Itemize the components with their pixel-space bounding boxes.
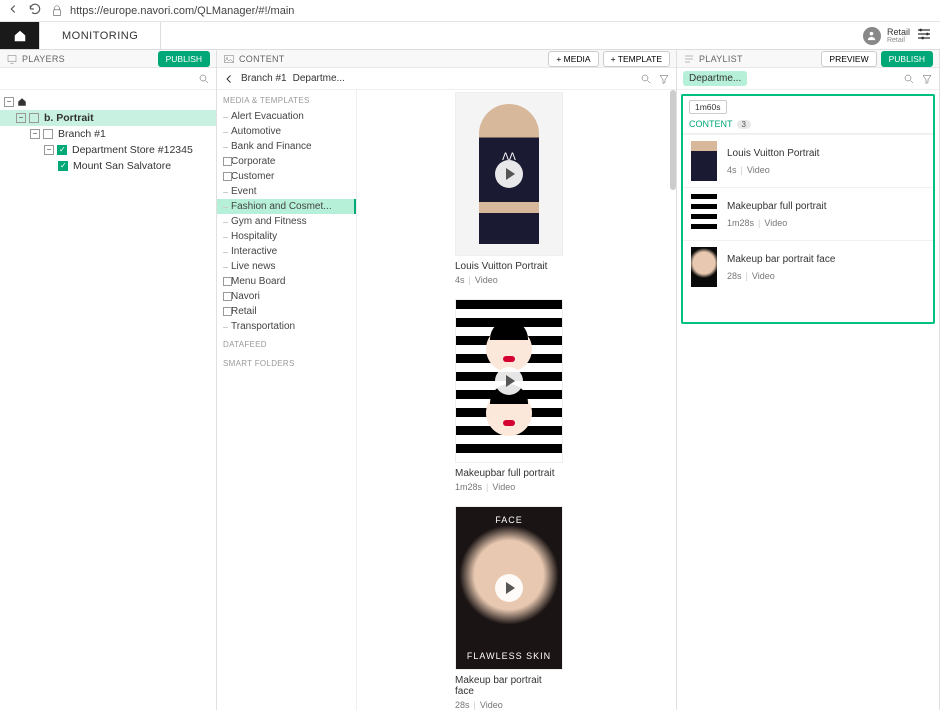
players-header: PLAYERS [22, 54, 65, 64]
playlist-card: 1m60s CONTENT 3 Louis Vuitton Portrait4s… [681, 94, 935, 324]
folder-item[interactable]: Automotive [217, 124, 356, 139]
datafeed-header: DATAFEED [217, 334, 356, 353]
breadcrumb-dept[interactable]: Departme... [293, 73, 345, 84]
playlist-publish-button[interactable]: PUBLISH [881, 51, 933, 67]
folder-item[interactable]: Gym and Fitness [217, 214, 356, 229]
folder-item-selected[interactable]: Fashion and Cosmet... [217, 199, 356, 214]
smart-folders-header: SMART FOLDERS [217, 353, 356, 372]
playlist-chip[interactable]: Departme... [683, 71, 747, 86]
playlist-thumb [691, 141, 717, 181]
card-title: Makeupbar full portrait [455, 468, 563, 479]
add-media-button[interactable]: + MEDIA [548, 51, 598, 67]
search-icon[interactable] [198, 73, 210, 85]
media-sidebar: MEDIA & TEMPLATES Alert Evacuation Autom… [217, 90, 357, 710]
play-icon[interactable] [495, 574, 523, 602]
folder-item[interactable]: Customer [217, 169, 356, 184]
play-icon[interactable] [495, 367, 523, 395]
folder-item[interactable]: Live news [217, 259, 356, 274]
folder-item[interactable]: Bank and Finance [217, 139, 356, 154]
card-title: Makeup bar portrait face [455, 675, 563, 697]
avatar[interactable] [863, 27, 881, 45]
preview-button[interactable]: PREVIEW [821, 51, 876, 67]
media-templates-header: MEDIA & TEMPLATES [217, 90, 356, 109]
folder-item[interactable]: Corporate [217, 154, 356, 169]
tree-root[interactable]: − [0, 94, 216, 110]
players-icon [6, 53, 18, 65]
scrollbar[interactable] [670, 90, 676, 190]
filter-icon[interactable] [921, 73, 933, 85]
playlist-thumb [691, 194, 717, 234]
folder-item[interactable]: Alert Evacuation [217, 109, 356, 124]
lock-icon [50, 4, 64, 18]
back-icon[interactable] [6, 2, 20, 19]
home-tab[interactable] [0, 22, 40, 49]
add-template-button[interactable]: + TEMPLATE [603, 51, 670, 67]
folder-item[interactable]: Navori [217, 289, 356, 304]
filter-icon[interactable] [658, 73, 670, 85]
folder-item[interactable]: Retail [217, 304, 356, 319]
playlist-thumb [691, 247, 717, 287]
refresh-icon[interactable] [28, 2, 42, 19]
tree-item-mount[interactable]: Mount San Salvatore [0, 158, 216, 174]
folder-item[interactable]: Transportation [217, 319, 356, 334]
media-card[interactable]: Makeupbar full portrait 1m28s|Video [455, 299, 563, 492]
tree-item-branch[interactable]: −Branch #1 [0, 126, 216, 142]
playlist-item[interactable]: Makeup bar portrait face28s|Video [683, 240, 933, 293]
playlist-icon [683, 53, 695, 65]
card-title: Louis Vuitton Portrait [455, 261, 563, 272]
url-bar[interactable]: https://europe.navori.com/QLManager/#!/m… [50, 4, 934, 18]
playlist-tab-content[interactable]: CONTENT [689, 119, 733, 129]
playlist-item[interactable]: Makeupbar full portrait1m28s|Video [683, 187, 933, 240]
playlist-count-badge: 3 [737, 120, 751, 129]
search-icon[interactable] [640, 73, 652, 85]
folder-item[interactable]: Menu Board [217, 274, 356, 289]
players-panel: PLAYERS PUBLISH − −b. Portrait −Branch #… [0, 50, 217, 710]
browser-toolbar: https://europe.navori.com/QLManager/#!/m… [0, 0, 940, 22]
playlist-item[interactable]: Louis Vuitton Portrait4s|Video [683, 134, 933, 187]
breadcrumb-back-icon[interactable] [223, 73, 235, 85]
players-tree: − −b. Portrait −Branch #1 −Department St… [0, 90, 216, 178]
user-label: RetailRetail [887, 28, 910, 44]
url-text: https://europe.navori.com/QLManager/#!/m… [70, 5, 294, 17]
settings-icon[interactable] [916, 26, 932, 45]
play-icon[interactable] [495, 160, 523, 188]
tree-item-portrait[interactable]: −b. Portrait [0, 110, 216, 126]
players-publish-button[interactable]: PUBLISH [158, 51, 210, 67]
playlist-panel: PLAYLIST PREVIEW PUBLISH Departme... 1m6… [677, 50, 940, 710]
playlist-duration: 1m60s [689, 100, 727, 114]
breadcrumb-branch[interactable]: Branch #1 [241, 73, 287, 84]
playlist-header: PLAYLIST [699, 54, 743, 64]
search-icon[interactable] [903, 73, 915, 85]
tab-bar: MONITORING RetailRetail [0, 22, 940, 50]
folder-item[interactable]: Interactive [217, 244, 356, 259]
monitoring-tab[interactable]: MONITORING [40, 22, 161, 49]
folder-item[interactable]: Event [217, 184, 356, 199]
media-card[interactable]: FACEFLAWLESS SKIN Makeup bar portrait fa… [455, 506, 563, 710]
content-header: CONTENT [239, 54, 285, 64]
media-card[interactable]: ꓥꓥ Louis Vuitton Portrait 4s|Video [455, 92, 563, 285]
folder-item[interactable]: Hospitality [217, 229, 356, 244]
tree-item-dept[interactable]: −Department Store #12345 [0, 142, 216, 158]
content-cards: ꓥꓥ Louis Vuitton Portrait 4s|Video Makeu… [357, 90, 676, 710]
content-icon [223, 53, 235, 65]
content-panel: CONTENT + MEDIA + TEMPLATE Branch #1 Dep… [217, 50, 677, 710]
